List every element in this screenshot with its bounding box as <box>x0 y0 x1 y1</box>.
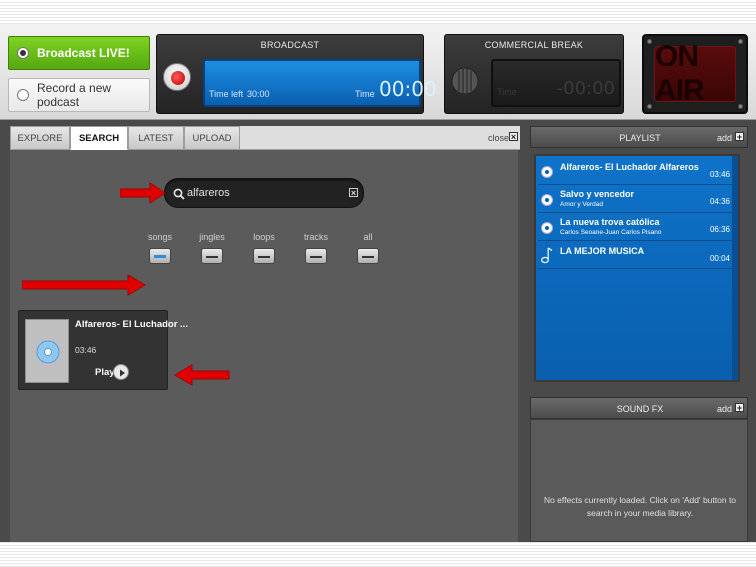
playlist-item-title: Alfareros- El Luchador Alfareros <box>560 162 699 172</box>
play-button[interactable] <box>113 364 129 380</box>
album-art <box>25 319 69 383</box>
record-podcast-button[interactable]: Record a new podcast <box>8 78 150 112</box>
commercial-knob-icon[interactable] <box>451 67 479 95</box>
search-result-card[interactable]: Alfareros- El Luchador ... 03:46 Play <box>18 310 188 390</box>
cd-icon <box>541 194 553 206</box>
commercial-timer-display: Time -00:00 <box>491 59 621 107</box>
screw-icon <box>738 104 743 109</box>
broadcast-live-button[interactable]: Broadcast LIVE! <box>8 36 150 70</box>
sound-fx-add-label[interactable]: add <box>717 404 732 414</box>
record-icon <box>171 71 185 85</box>
annotation-arrow-icon <box>22 274 146 296</box>
sound-fx-panel: No effects currently loaded. Click on 'A… <box>530 419 748 542</box>
search-icon <box>173 187 185 205</box>
clear-search-icon[interactable]: × <box>349 188 358 198</box>
filter-loops-toggle[interactable] <box>253 248 275 264</box>
tab-upload[interactable]: UPLOAD <box>184 126 240 150</box>
playlist-add-label[interactable]: add <box>717 133 732 143</box>
playlist-item-subtitle: Amor y Verdad <box>560 201 603 208</box>
record-podcast-label: Record a new podcast <box>37 81 112 109</box>
result-duration: 03:46 <box>75 345 97 355</box>
playlist-item-title: LA MEJOR MUSICA <box>560 246 645 256</box>
top-controls-bar: Broadcast LIVE! Record a new podcast BRO… <box>0 24 756 120</box>
commercial-panel-title: COMMERCIAL BREAK <box>484 40 584 50</box>
screw-icon <box>647 39 652 44</box>
commercial-time-value: -00:00 <box>556 78 615 99</box>
result-play-label: Play <box>95 367 115 378</box>
playlist-add-icon[interactable]: + <box>735 132 744 142</box>
playlist-item-duration: 04:36 <box>709 197 730 206</box>
playlist-item-duration: 06:36 <box>709 225 730 234</box>
filter-all-toggle[interactable] <box>357 248 379 264</box>
playlist-item[interactable]: Alfareros- El Luchador Alfareros 03:46 <box>538 158 732 185</box>
cd-icon <box>541 166 553 178</box>
broadcast-live-radio[interactable] <box>17 47 29 59</box>
close-label[interactable]: close <box>488 133 509 143</box>
result-title: Alfareros- El Luchador ... <box>75 319 188 330</box>
commercial-time-label: Time <box>497 87 517 97</box>
sound-fx-empty-line-1: No effects currently loaded. Click on 'A… <box>543 495 737 505</box>
record-button[interactable] <box>163 63 191 91</box>
tab-search[interactable]: SEARCH <box>70 126 128 150</box>
play-icon <box>120 369 125 377</box>
screw-icon <box>738 39 743 44</box>
sound-fx-empty-line-2: search in your media library. <box>586 508 694 518</box>
time-label: Time <box>355 89 375 99</box>
filter-all-label: all <box>363 232 373 242</box>
playlist-item[interactable]: La nueva trova católica Carlos Seoane-Ju… <box>538 214 732 241</box>
cd-icon <box>541 222 553 234</box>
filter-tracks-toggle[interactable] <box>305 248 327 264</box>
on-air-indicator: ON AIR <box>642 34 748 114</box>
broadcast-live-label: Broadcast LIVE! <box>37 46 130 60</box>
search-input[interactable]: alfareros <box>187 187 230 199</box>
playlist-item-subtitle: Carlos Seoane-Juan Carlos Pisano <box>560 229 662 236</box>
sound-fx-add-icon[interactable]: + <box>735 403 744 413</box>
playlist-list: Alfareros- El Luchador Alfareros 03:46 S… <box>534 154 740 382</box>
search-content-area: alfareros × songs jingles loops tracks a… <box>10 150 518 542</box>
time-value: 00:00 <box>379 77 437 101</box>
tab-explore[interactable]: EXPLORE <box>10 126 70 150</box>
on-air-label: ON AIR <box>654 40 736 107</box>
filter-jingles-label: jingles <box>199 232 225 242</box>
tab-latest[interactable]: LATEST <box>128 126 184 150</box>
screw-icon <box>647 104 652 109</box>
annotation-arrow-icon <box>174 364 230 386</box>
time-left-label: Time left <box>209 89 244 99</box>
broadcast-timer-display: Time left 30:00 Time 00:00 <box>203 59 437 107</box>
sound-fx-header: SOUND FX add + <box>530 397 748 419</box>
close-icon[interactable]: × <box>509 132 518 142</box>
annotation-arrow-icon <box>120 182 166 204</box>
playlist-item-duration: 00:04 <box>709 254 730 263</box>
filter-songs-label: songs <box>147 232 173 242</box>
broadcast-panel-title: BROADCAST <box>260 40 320 50</box>
playlist-item-title: Salvo y vencedor <box>560 189 635 199</box>
playlist-item[interactable]: Salvo y vencedor Amor y Verdad 04:36 <box>538 186 732 213</box>
filter-jingles-toggle[interactable] <box>201 248 223 264</box>
record-podcast-radio[interactable] <box>17 89 29 101</box>
filter-tracks-label: tracks <box>303 232 328 242</box>
playlist-item-title: La nueva trova católica <box>560 217 660 227</box>
playlist-item[interactable]: LA MEJOR MUSICA 00:04 <box>538 242 732 269</box>
search-field[interactable]: alfareros × <box>164 178 364 208</box>
sound-fx-empty-message: No effects currently loaded. Click on 'A… <box>531 494 749 520</box>
cd-icon <box>36 340 60 364</box>
playlist-item-duration: 03:46 <box>709 170 730 179</box>
filter-loops-label: loops <box>253 232 275 242</box>
time-left-value: 30:00 <box>247 89 270 99</box>
filter-songs-toggle[interactable] <box>149 248 171 264</box>
broadcast-panel: BROADCAST Time left 30:00 Time 00:00 <box>156 34 437 114</box>
music-note-icon <box>541 246 553 269</box>
radio-broadcast-app: Broadcast LIVE! Record a new podcast BRO… <box>0 24 756 542</box>
commercial-break-panel: COMMERCIAL BREAK Time -00:00 <box>444 34 624 114</box>
playlist-scrollbar[interactable] <box>732 156 738 380</box>
playlist-header: PLAYLIST add + <box>530 126 748 148</box>
